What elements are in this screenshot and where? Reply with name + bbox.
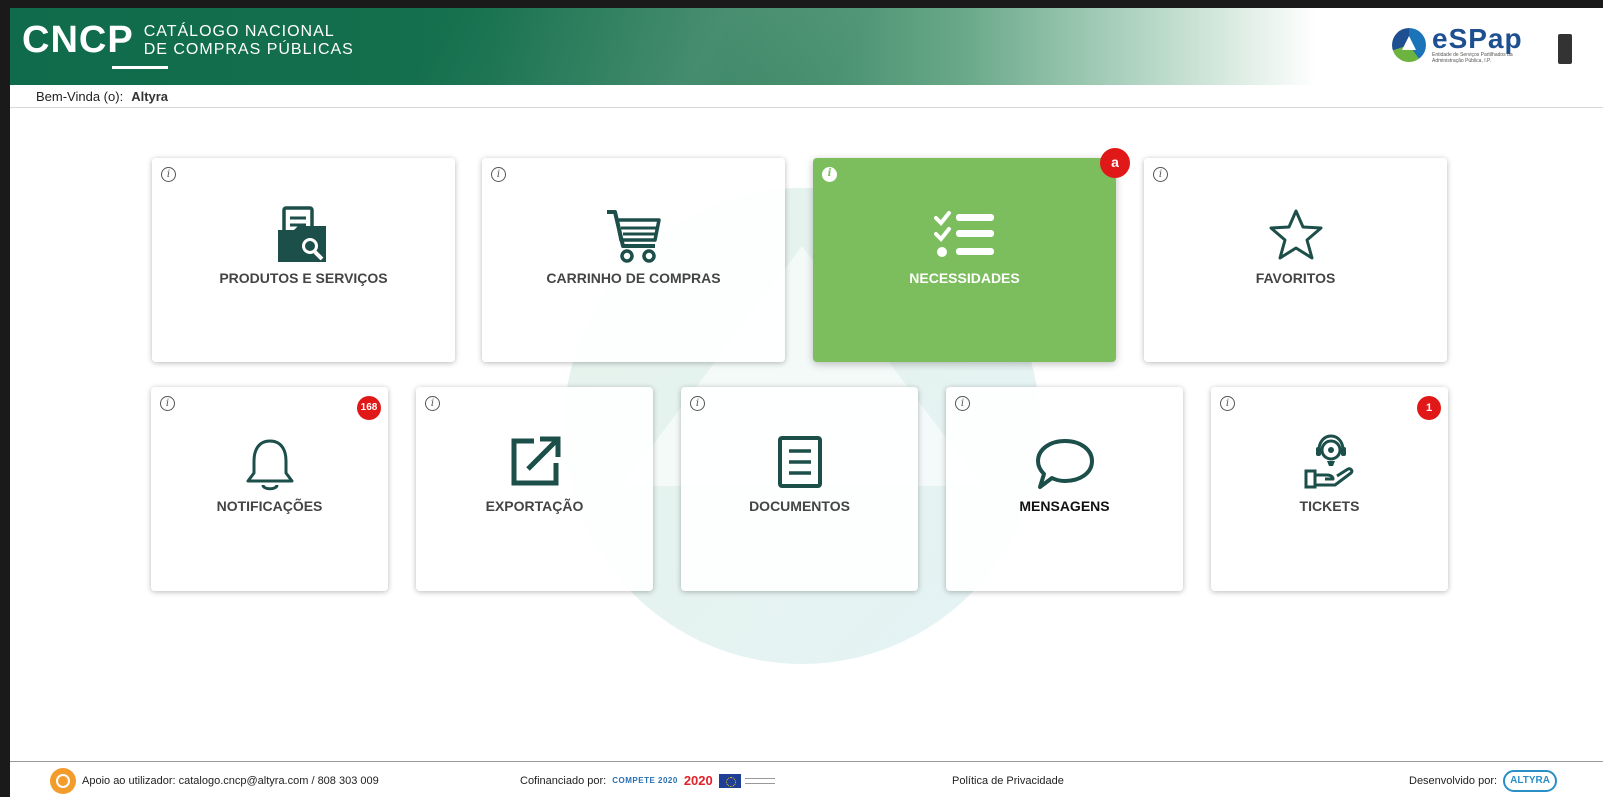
eu-flag-icon bbox=[718, 773, 741, 788]
portugal-2020-logo: 2020 bbox=[683, 773, 713, 788]
support-contact: Apoio ao utilizador: catalogo.cncp@altyr… bbox=[50, 768, 379, 794]
altyra-logo[interactable]: ALTYRA bbox=[1503, 770, 1558, 792]
tile-tickets[interactable]: i TICKETS 1 bbox=[1211, 387, 1448, 591]
tile-mensagens[interactable]: i MENSAGENS bbox=[946, 387, 1183, 591]
espap-logo-subtext: Entidade de Serviços Partilhados da Admi… bbox=[1432, 52, 1513, 64]
header-banner: CNCP CATÁLOGO NACIONAL DE COMPRAS PÚBLIC… bbox=[10, 8, 1603, 85]
brand-line-1: CATÁLOGO NACIONAL bbox=[143, 23, 335, 40]
espap-logo-text: eSPap bbox=[1432, 23, 1523, 54]
ticket-count-badge: 1 bbox=[1417, 396, 1441, 420]
documents-search-icon bbox=[277, 206, 326, 262]
badge-a: a bbox=[1100, 148, 1130, 178]
welcome-message: Bem-Vinda (o): Altyra bbox=[36, 89, 168, 104]
brand-subtitle: CATÁLOGO NACIONAL DE COMPRAS PÚBLICAS bbox=[144, 23, 354, 59]
chat-bubble-icon bbox=[1035, 439, 1094, 489]
footer: Apoio ao utilizador: catalogo.cncp@altyr… bbox=[10, 762, 1603, 797]
espap-logo: eSPap Entidade de Serviços Partilhados d… bbox=[1392, 23, 1523, 64]
right-edge-logo-icon bbox=[1558, 34, 1572, 64]
tile-label: FAVORITOS bbox=[1255, 270, 1336, 286]
support-icon bbox=[50, 768, 76, 794]
brand-line-2: DE COMPRAS PÚBLICAS bbox=[143, 41, 354, 58]
tile-documentos[interactable]: i DOCUMENTOS bbox=[681, 387, 918, 591]
espap-logo-icon bbox=[1392, 28, 1426, 62]
tile-label: EXPORTAÇÃO bbox=[485, 498, 584, 514]
notification-count-badge: 168 bbox=[357, 396, 381, 420]
info-icon[interactable]: i bbox=[822, 167, 837, 182]
tile-label: PRODUTOS E SERVIÇOS bbox=[219, 270, 388, 286]
bell-icon bbox=[246, 439, 293, 491]
info-icon[interactable]: i bbox=[425, 396, 440, 411]
cofin-label: Cofinanciado por: bbox=[520, 774, 607, 787]
header-decoration bbox=[404, 8, 1156, 85]
export-icon bbox=[511, 436, 560, 486]
info-icon[interactable]: i bbox=[955, 396, 970, 411]
tile-necessidades[interactable]: i NECESSIDADES a bbox=[813, 148, 1130, 362]
tile-favoritos[interactable]: i FAVORITOS bbox=[1144, 158, 1447, 362]
tile-label: DOCUMENTOS bbox=[749, 498, 850, 514]
tile-produtos-servicos[interactable]: i PRODUTOS E SERVIÇOS bbox=[152, 158, 455, 362]
tile-exportacao[interactable]: i EXPORTAÇÃO bbox=[416, 387, 653, 591]
checklist-icon bbox=[933, 211, 994, 257]
privacy-policy-link[interactable]: Política de Privacidade bbox=[952, 775, 1064, 787]
info-icon[interactable]: i bbox=[690, 396, 705, 411]
cncp-logo[interactable]: CNCP CATÁLOGO NACIONAL DE COMPRAS PÚBLIC… bbox=[22, 19, 354, 69]
info-icon[interactable]: i bbox=[161, 167, 176, 182]
info-icon[interactable]: i bbox=[1220, 396, 1235, 411]
eu-text-logo bbox=[744, 777, 775, 784]
brand-short: CNCP bbox=[22, 19, 168, 69]
tile-label: MENSAGENS bbox=[1019, 498, 1110, 514]
tile-label: CARRINHO DE COMPRAS bbox=[546, 270, 721, 286]
tile-label: NOTIFICAÇÕES bbox=[216, 498, 323, 514]
support-text: Apoio ao utilizador: catalogo.cncp@altyr… bbox=[82, 775, 379, 787]
info-icon[interactable]: i bbox=[160, 396, 175, 411]
info-icon[interactable]: i bbox=[1153, 167, 1168, 182]
divider bbox=[10, 107, 1603, 108]
welcome-label: Bem-Vinda (o): bbox=[36, 89, 124, 104]
tile-label: TICKETS bbox=[1299, 498, 1360, 514]
tile-notificacoes[interactable]: i NOTIFICAÇÕES 168 bbox=[151, 387, 388, 591]
tile-carrinho-compras[interactable]: i CARRINHO DE COMPRAS bbox=[482, 158, 785, 362]
app-window: CNCP CATÁLOGO NACIONAL DE COMPRAS PÚBLIC… bbox=[10, 8, 1603, 797]
document-icon bbox=[777, 436, 822, 488]
star-icon bbox=[1269, 209, 1322, 260]
user-name: Altyra bbox=[131, 89, 169, 104]
cofinancing: Cofinanciado por: COMPETE 2020 2020 bbox=[520, 773, 775, 788]
tile-label: NECESSIDADES bbox=[909, 270, 1020, 286]
support-agent-icon bbox=[1304, 434, 1353, 489]
compete-2020-logo: COMPETE 2020 bbox=[612, 775, 678, 785]
developed-by: Desenvolvido por: ALTYRA bbox=[1409, 770, 1558, 792]
info-icon[interactable]: i bbox=[491, 167, 506, 182]
shopping-cart-icon bbox=[606, 210, 661, 263]
dev-label: Desenvolvido por: bbox=[1409, 775, 1498, 787]
